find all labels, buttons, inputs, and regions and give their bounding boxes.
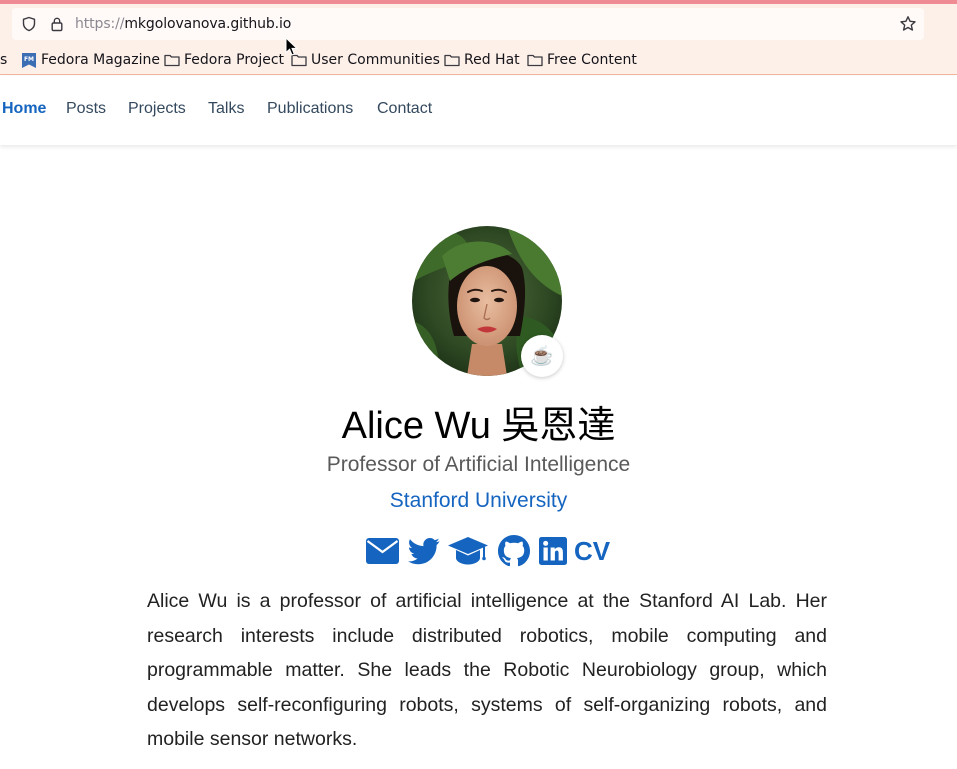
- profile-role: Professor of Artificial Intelligence: [326, 453, 631, 476]
- url-host: mkgolovanova.github.io: [124, 16, 292, 32]
- github-icon[interactable]: [497, 534, 531, 568]
- bookmark-label: Red Hat: [464, 52, 520, 68]
- graduation-cap-icon[interactable]: [447, 534, 489, 568]
- profile-name: Alice Wu 吳恩達: [341, 405, 616, 447]
- lock-icon[interactable]: [48, 15, 66, 33]
- nav-posts[interactable]: Posts: [66, 100, 106, 118]
- url-text[interactable]: https://mkgolovanova.github.io: [75, 16, 291, 32]
- bookmarks-toolbar: s FM Fedora Magazine Fedora Project User…: [0, 47, 957, 73]
- star-icon[interactable]: [899, 15, 917, 33]
- bookmark-label: Free Content: [547, 52, 637, 68]
- folder-icon: [527, 52, 543, 68]
- bookmark-folder-fedora-project[interactable]: Fedora Project: [164, 50, 284, 70]
- nav-contact[interactable]: Contact: [377, 100, 432, 118]
- bookmark-overflow[interactable]: s: [0, 50, 7, 70]
- nav-publications[interactable]: Publications: [267, 100, 353, 118]
- status-badge[interactable]: ☕️: [521, 335, 563, 377]
- cv-icon[interactable]: CV: [573, 534, 611, 568]
- bookmark-folder-red-hat[interactable]: Red Hat: [444, 50, 520, 70]
- nav-projects[interactable]: Projects: [128, 100, 186, 118]
- bookmark-folder-free-content[interactable]: Free Content: [527, 50, 637, 70]
- tab-strip-edge: [0, 0, 957, 4]
- bookmark-label: Fedora Project: [184, 52, 285, 68]
- cv-label: CV: [573, 535, 611, 566]
- address-bar[interactable]: https://mkgolovanova.github.io: [12, 8, 924, 40]
- folder-icon: [444, 52, 460, 68]
- folder-icon: [164, 52, 180, 68]
- bookmark-label: User Communities: [311, 52, 440, 68]
- profile-organization-link[interactable]: Stanford University: [0, 489, 957, 513]
- profile-bio: Alice Wu is a professor of artificial in…: [147, 590, 827, 751]
- url-scheme: https://: [75, 16, 125, 32]
- twitter-icon[interactable]: [407, 534, 440, 568]
- fedora-magazine-icon: FM: [21, 52, 37, 68]
- nav-home[interactable]: Home: [2, 100, 46, 118]
- mouse-cursor-icon: [285, 37, 299, 56]
- site-navbar: Home Posts Projects Talks Publications C…: [0, 76, 957, 145]
- bookmark-folder-user-communities[interactable]: User Communities: [291, 50, 440, 70]
- linkedin-icon[interactable]: [538, 534, 567, 568]
- nav-talks[interactable]: Talks: [208, 100, 244, 118]
- shield-icon[interactable]: [20, 15, 38, 33]
- svg-text:FM: FM: [24, 56, 34, 63]
- bookmark-fedora-magazine[interactable]: FM Fedora Magazine: [21, 50, 160, 70]
- bookmark-label: Fedora Magazine: [41, 52, 160, 68]
- browser-toolbar: https://mkgolovanova.github.io s FM Fedo…: [0, 0, 957, 75]
- envelope-icon[interactable]: [365, 534, 399, 568]
- coffee-icon: ☕️: [530, 344, 554, 367]
